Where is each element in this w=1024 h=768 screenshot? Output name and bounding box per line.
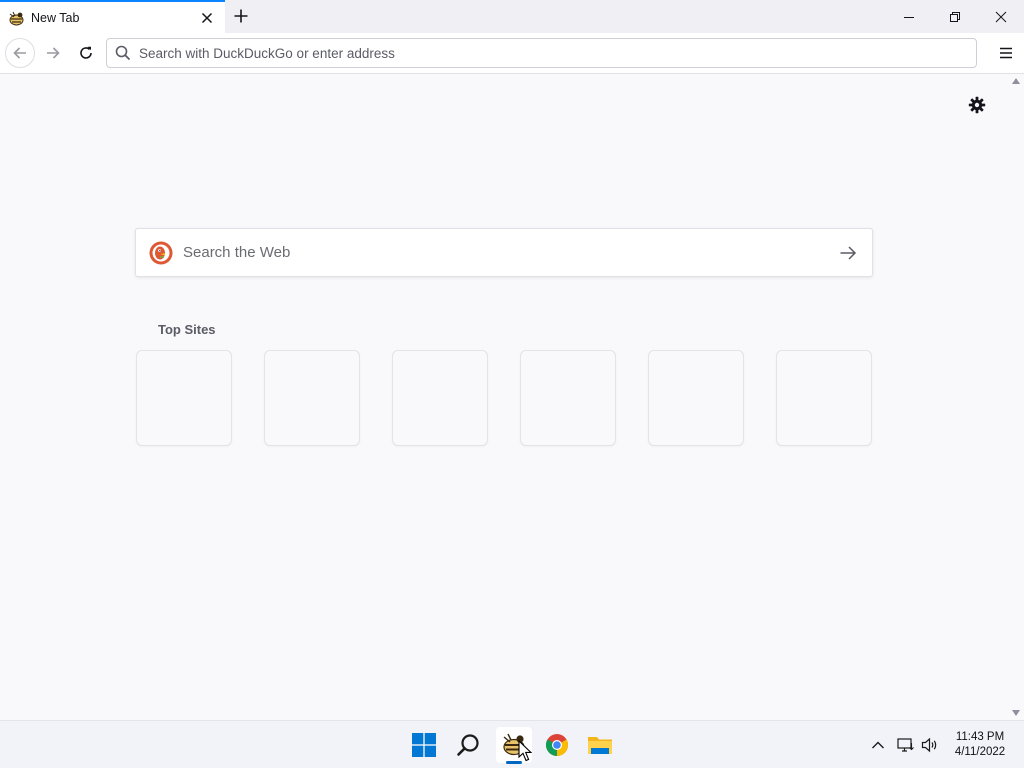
mouse-cursor-icon — [518, 740, 532, 762]
top-sites-heading: Top Sites — [158, 322, 216, 337]
close-icon — [995, 11, 1007, 22]
scroll-down-arrow-icon[interactable] — [1012, 710, 1020, 716]
chevron-up-icon — [872, 741, 884, 749]
close-icon — [201, 12, 213, 24]
app-menu-button[interactable] — [991, 38, 1021, 68]
close-tab-button[interactable] — [198, 9, 216, 27]
windows-start-icon — [412, 733, 436, 757]
arrow-left-icon — [13, 47, 26, 59]
personalize-button[interactable] — [965, 93, 989, 117]
start-button[interactable] — [406, 727, 442, 763]
tab-strip: New Tab — [0, 0, 1024, 33]
search-icon — [457, 734, 479, 756]
web-search-box[interactable] — [135, 228, 873, 277]
file-explorer-icon — [588, 737, 612, 754]
taskbar-file-explorer-button[interactable] — [582, 727, 618, 763]
tab-new-tab[interactable]: New Tab — [0, 0, 225, 33]
search-icon — [115, 45, 131, 61]
forward-button[interactable] — [38, 38, 68, 68]
browser-favicon-icon — [9, 11, 24, 26]
reload-icon — [80, 46, 92, 59]
top-site-tile[interactable] — [136, 350, 232, 446]
new-tab-page: Top Sites — [0, 75, 1009, 720]
arrow-right-icon — [47, 47, 60, 59]
clock-date: 4/11/2022 — [954, 746, 1006, 758]
plus-icon — [234, 9, 248, 23]
top-site-tile[interactable] — [264, 350, 360, 446]
show-hidden-icons-button[interactable] — [868, 735, 888, 755]
address-input[interactable] — [139, 39, 959, 67]
web-search-input[interactable] — [183, 229, 823, 276]
new-tab-button[interactable] — [230, 5, 252, 27]
top-site-tile[interactable] — [520, 350, 616, 446]
volume-icon — [921, 737, 937, 753]
taskbar-clock[interactable]: 11:43 PM 4/11/2022 — [946, 730, 1014, 760]
windows-taskbar: 11:43 PM 4/11/2022 — [0, 720, 1024, 768]
back-button[interactable] — [5, 38, 35, 68]
page-scrollbar[interactable] — [1009, 75, 1024, 720]
restore-icon — [950, 11, 960, 22]
top-site-tile[interactable] — [392, 350, 488, 446]
address-bar[interactable] — [106, 38, 977, 68]
minimize-icon — [904, 16, 914, 18]
duckduckgo-logo-icon — [149, 241, 173, 265]
clock-time: 11:43 PM — [955, 731, 1005, 743]
close-window-button[interactable] — [978, 0, 1024, 33]
arrow-right-icon — [840, 246, 857, 260]
gear-icon — [968, 96, 986, 114]
top-site-tile[interactable] — [776, 350, 872, 446]
taskbar-chrome-button[interactable] — [539, 727, 575, 763]
taskbar-search-button[interactable] — [450, 727, 486, 763]
top-site-tile[interactable] — [648, 350, 744, 446]
tab-title: New Tab — [31, 11, 80, 25]
reload-button[interactable] — [71, 38, 101, 68]
hamburger-menu-icon — [1000, 47, 1012, 59]
volume-tray-button[interactable] — [920, 735, 940, 755]
network-icon — [897, 738, 914, 752]
restore-button[interactable] — [932, 0, 978, 33]
scroll-up-arrow-icon[interactable] — [1012, 78, 1020, 84]
chrome-icon — [546, 734, 568, 756]
minimize-button[interactable] — [886, 0, 932, 33]
network-tray-button[interactable] — [896, 735, 916, 755]
navigation-toolbar — [0, 33, 1024, 74]
search-submit-button[interactable] — [836, 241, 860, 265]
